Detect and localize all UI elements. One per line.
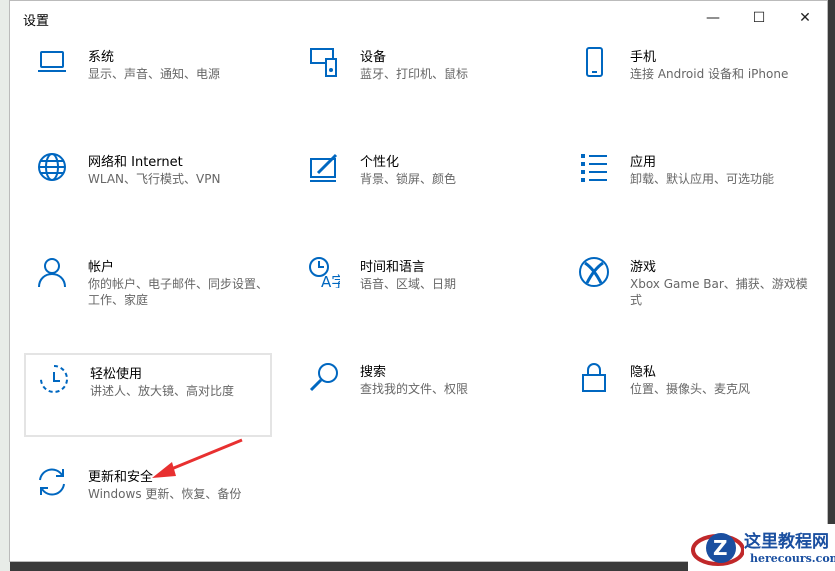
tile-subtitle: Xbox Game Bar、捕获、游戏模式 — [630, 277, 808, 307]
tile-title: 更新和安全 — [88, 470, 154, 485]
tile-subtitle: 语音、区域、日期 — [360, 277, 457, 291]
tile-time-language[interactable]: A字 时间和语言语音、区域、日期 — [296, 248, 544, 332]
svg-text:A字: A字 — [321, 273, 340, 288]
tile-title: 搜索 — [360, 365, 387, 380]
tile-subtitle: 显示、声音、通知、电源 — [88, 67, 221, 81]
tile-title: 设备 — [360, 50, 387, 65]
update-icon — [39, 468, 65, 496]
tile-subtitle: Windows 更新、恢复、备份 — [88, 487, 242, 501]
tile-title: 帐户 — [88, 260, 115, 275]
tile-title: 应用 — [630, 155, 657, 170]
tile-ease-of-access[interactable]: 轻松使用讲述人、放大镜、高对比度 — [24, 353, 272, 437]
time-language-icon: A字 — [309, 257, 340, 288]
tile-subtitle: 位置、摄像头、麦克风 — [630, 382, 751, 396]
tile-search[interactable]: 搜索查找我的文件、权限 — [296, 353, 544, 437]
tile-lock[interactable]: 隐私位置、摄像头、麦克风 — [566, 353, 814, 437]
tile-globe[interactable]: 网络和 Internet WLAN、飞行模式、VPN — [24, 143, 272, 227]
window-title: 设置 — [23, 14, 50, 29]
lock-icon — [582, 363, 606, 392]
tile-xbox[interactable]: 游戏 Xbox Game Bar、捕获、游戏模式 — [566, 248, 814, 332]
globe-icon — [38, 153, 66, 181]
tile-subtitle: 连接 Android 设备和 iPhone — [630, 67, 789, 81]
ease-of-access-icon — [40, 365, 68, 393]
svg-text:Z: Z — [713, 536, 728, 560]
tile-title: 个性化 — [360, 155, 400, 170]
phone-icon — [586, 47, 603, 77]
tile-person[interactable]: 帐户你的帐户、电子邮件、同步设置、工作、家庭 — [24, 248, 272, 332]
tile-phone[interactable]: 手机连接 Android 设备和 iPhone — [566, 38, 814, 122]
xbox-icon — [579, 257, 609, 287]
tile-subtitle: 卸载、默认应用、可选功能 — [630, 172, 775, 186]
tile-laptop[interactable]: 系统显示、声音、通知、电源 — [24, 38, 272, 122]
laptop-icon — [38, 51, 66, 72]
close-button[interactable]: ✕ — [782, 5, 828, 31]
tile-subtitle: WLAN、飞行模式、VPN — [88, 172, 221, 186]
tile-subtitle: 背景、锁屏、颜色 — [360, 172, 457, 186]
tile-title: 系统 — [88, 50, 115, 65]
watermark-logo: Z 这里教程网 herecours.com — [688, 524, 835, 571]
person-icon — [38, 258, 66, 288]
tile-title: 轻松使用 — [90, 367, 143, 382]
minimize-button[interactable]: — — [690, 5, 736, 31]
tile-apps-list[interactable]: 应用卸载、默认应用、可选功能 — [566, 143, 814, 227]
apps-list-icon — [581, 154, 607, 182]
tile-subtitle: 讲述人、放大镜、高对比度 — [90, 384, 235, 398]
tile-paint[interactable]: 个性化背景、锁屏、颜色 — [296, 143, 544, 227]
tile-subtitle: 查找我的文件、权限 — [360, 382, 469, 396]
tile-subtitle: 你的帐户、电子邮件、同步设置、工作、家庭 — [88, 277, 269, 307]
search-icon — [309, 363, 338, 392]
tile-title: 时间和语言 — [360, 260, 426, 275]
tile-keyboard[interactable]: 设备蓝牙、打印机、鼠标 — [296, 38, 544, 122]
tile-title: 网络和 Internet — [88, 155, 183, 170]
tile-title: 游戏 — [630, 260, 657, 275]
red-arrow-annotation — [152, 438, 243, 478]
paint-icon — [310, 153, 338, 182]
keyboard-icon — [310, 48, 337, 77]
tile-title: 手机 — [630, 50, 657, 65]
tile-subtitle: 蓝牙、打印机、鼠标 — [360, 67, 469, 81]
tile-title: 隐私 — [630, 365, 657, 380]
maximize-button[interactable]: ☐ — [736, 5, 782, 31]
